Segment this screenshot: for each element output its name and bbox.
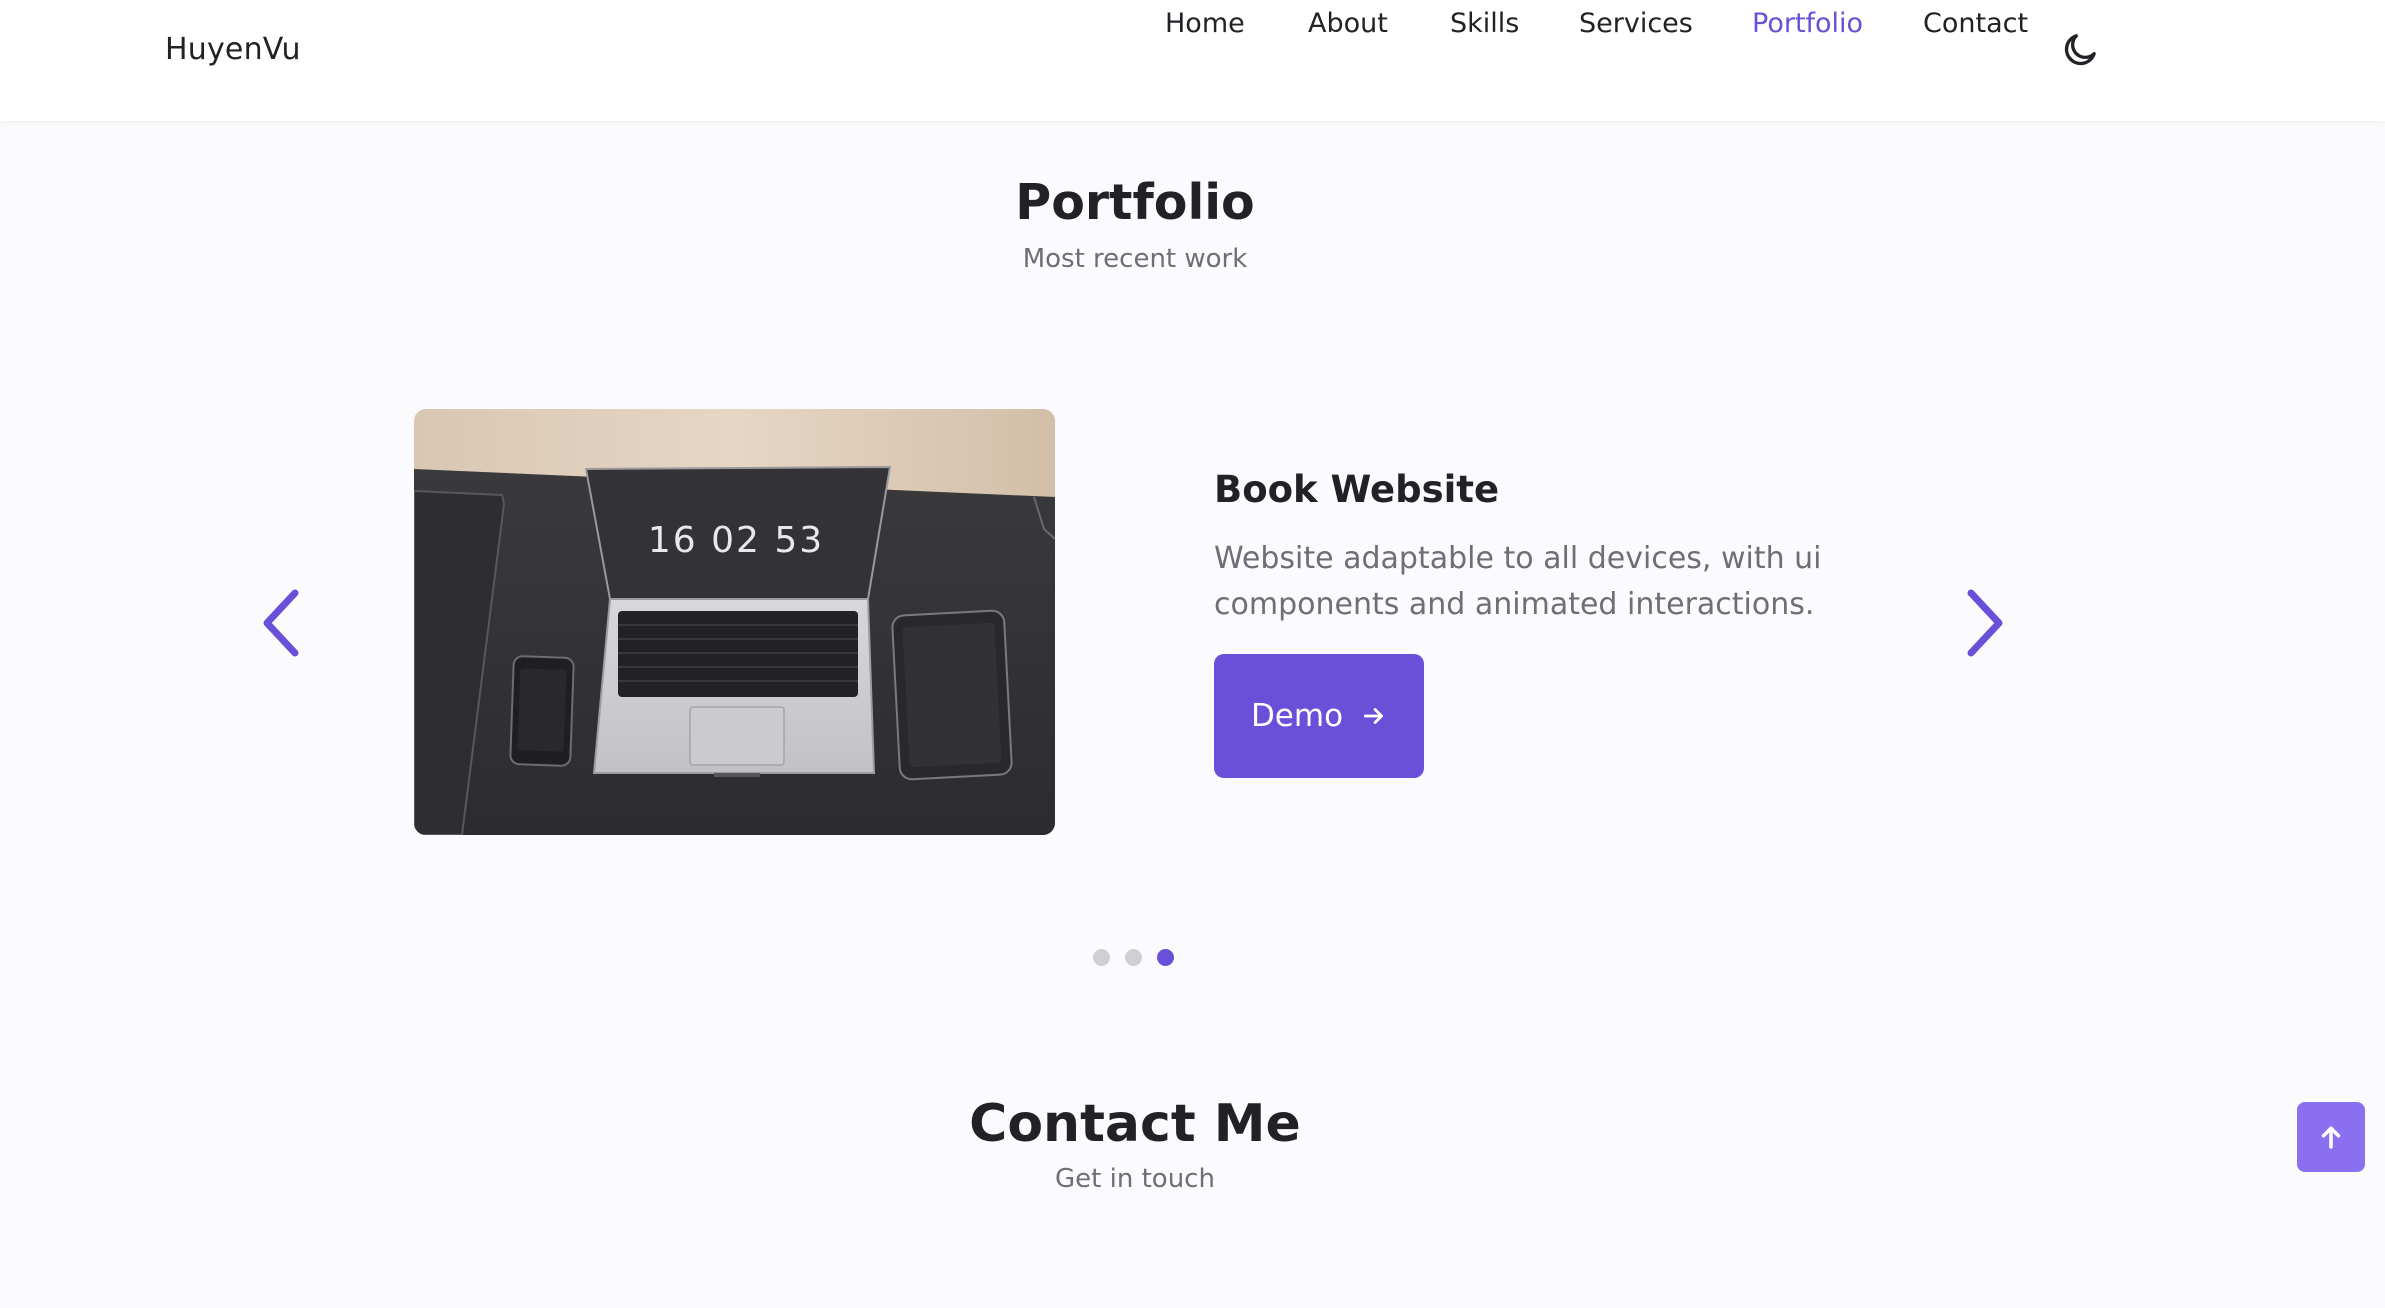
image-clock-text: 16 02 53 — [648, 520, 824, 561]
portfolio-title: Portfolio — [1015, 174, 1255, 231]
next-slide-button[interactable] — [1955, 583, 2015, 663]
arrow-up-icon — [2321, 1126, 2341, 1149]
demo-button-label: Demo — [1250, 698, 1344, 734]
theme-toggle-button[interactable] — [2060, 30, 2100, 70]
arrow-right-icon — [1363, 708, 1384, 724]
nav-link-services[interactable]: Services — [1579, 0, 1693, 48]
nav-link-contact[interactable]: Contact — [1923, 0, 2028, 48]
pagination-dot-active[interactable] — [1157, 949, 1174, 966]
project-description: Website adaptable to all devices, with u… — [1214, 541, 1822, 622]
contact-title: Contact Me — [969, 1094, 1301, 1154]
scroll-up-button[interactable] — [2297, 1102, 2365, 1172]
contact-subtitle: Get in touch — [1055, 1164, 1215, 1194]
nav-link-home[interactable]: Home — [1165, 0, 1245, 48]
demo-button[interactable]: Demo — [1214, 654, 1424, 778]
pagination-dot[interactable] — [1093, 949, 1110, 966]
nav-link-portfolio[interactable]: Portfolio — [1752, 0, 1863, 48]
project-title: Book Website — [1214, 468, 1500, 511]
header: HuyenVu Home About Skills Services Portf… — [0, 0, 2385, 121]
logo[interactable]: HuyenVu — [165, 26, 301, 74]
pagination-dot[interactable] — [1125, 949, 1142, 966]
chevron-right-icon — [1967, 589, 2003, 657]
portfolio-subtitle: Most recent work — [1022, 244, 1248, 274]
moon-icon — [2064, 34, 2096, 66]
nav-link-about[interactable]: About — [1308, 0, 1388, 48]
prev-slide-button[interactable] — [251, 583, 311, 663]
project-image: 16 02 53 — [414, 409, 1055, 835]
nav-link-skills[interactable]: Skills — [1450, 0, 1519, 48]
chevron-left-icon — [263, 589, 299, 657]
